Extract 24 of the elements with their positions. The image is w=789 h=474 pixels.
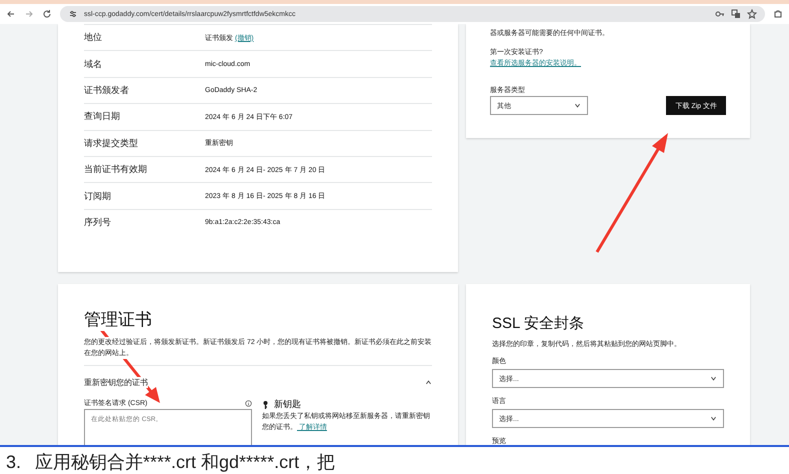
card-title: SSL 安全封条: [492, 314, 585, 333]
detail-label: 证书颁发者: [84, 84, 130, 97]
detail-label: 地位: [84, 31, 103, 44]
extension-icon[interactable]: [773, 9, 783, 19]
reload-icon[interactable]: [42, 9, 52, 19]
accordion-header[interactable]: 重新密钥您的证书: [84, 366, 432, 398]
key-icon[interactable]: [715, 9, 725, 19]
back-icon[interactable]: [6, 9, 16, 19]
info-icon[interactable]: [245, 400, 252, 407]
star-icon[interactable]: [747, 9, 757, 19]
detail-label: 订阅期: [84, 190, 112, 203]
detail-label: 域名: [84, 58, 103, 71]
chevron-up-icon: [425, 378, 432, 386]
detail-label: 请求提交类型: [84, 136, 139, 150]
step-number: 3.: [6, 451, 22, 474]
detail-label: 查询日期: [84, 110, 121, 124]
chevron-down-icon: [574, 102, 581, 109]
chevron-down-icon: [710, 415, 717, 422]
site-settings-icon[interactable]: [68, 9, 78, 19]
detail-label: 当前证书有效期: [84, 163, 148, 176]
section-heading: 新钥匙: [274, 398, 301, 411]
step-text: 应用秘钥合并****.crt 和gd*****.crt，把: [35, 451, 336, 474]
detail-label: 序列号: [84, 216, 112, 229]
chevron-down-icon: [710, 375, 717, 382]
